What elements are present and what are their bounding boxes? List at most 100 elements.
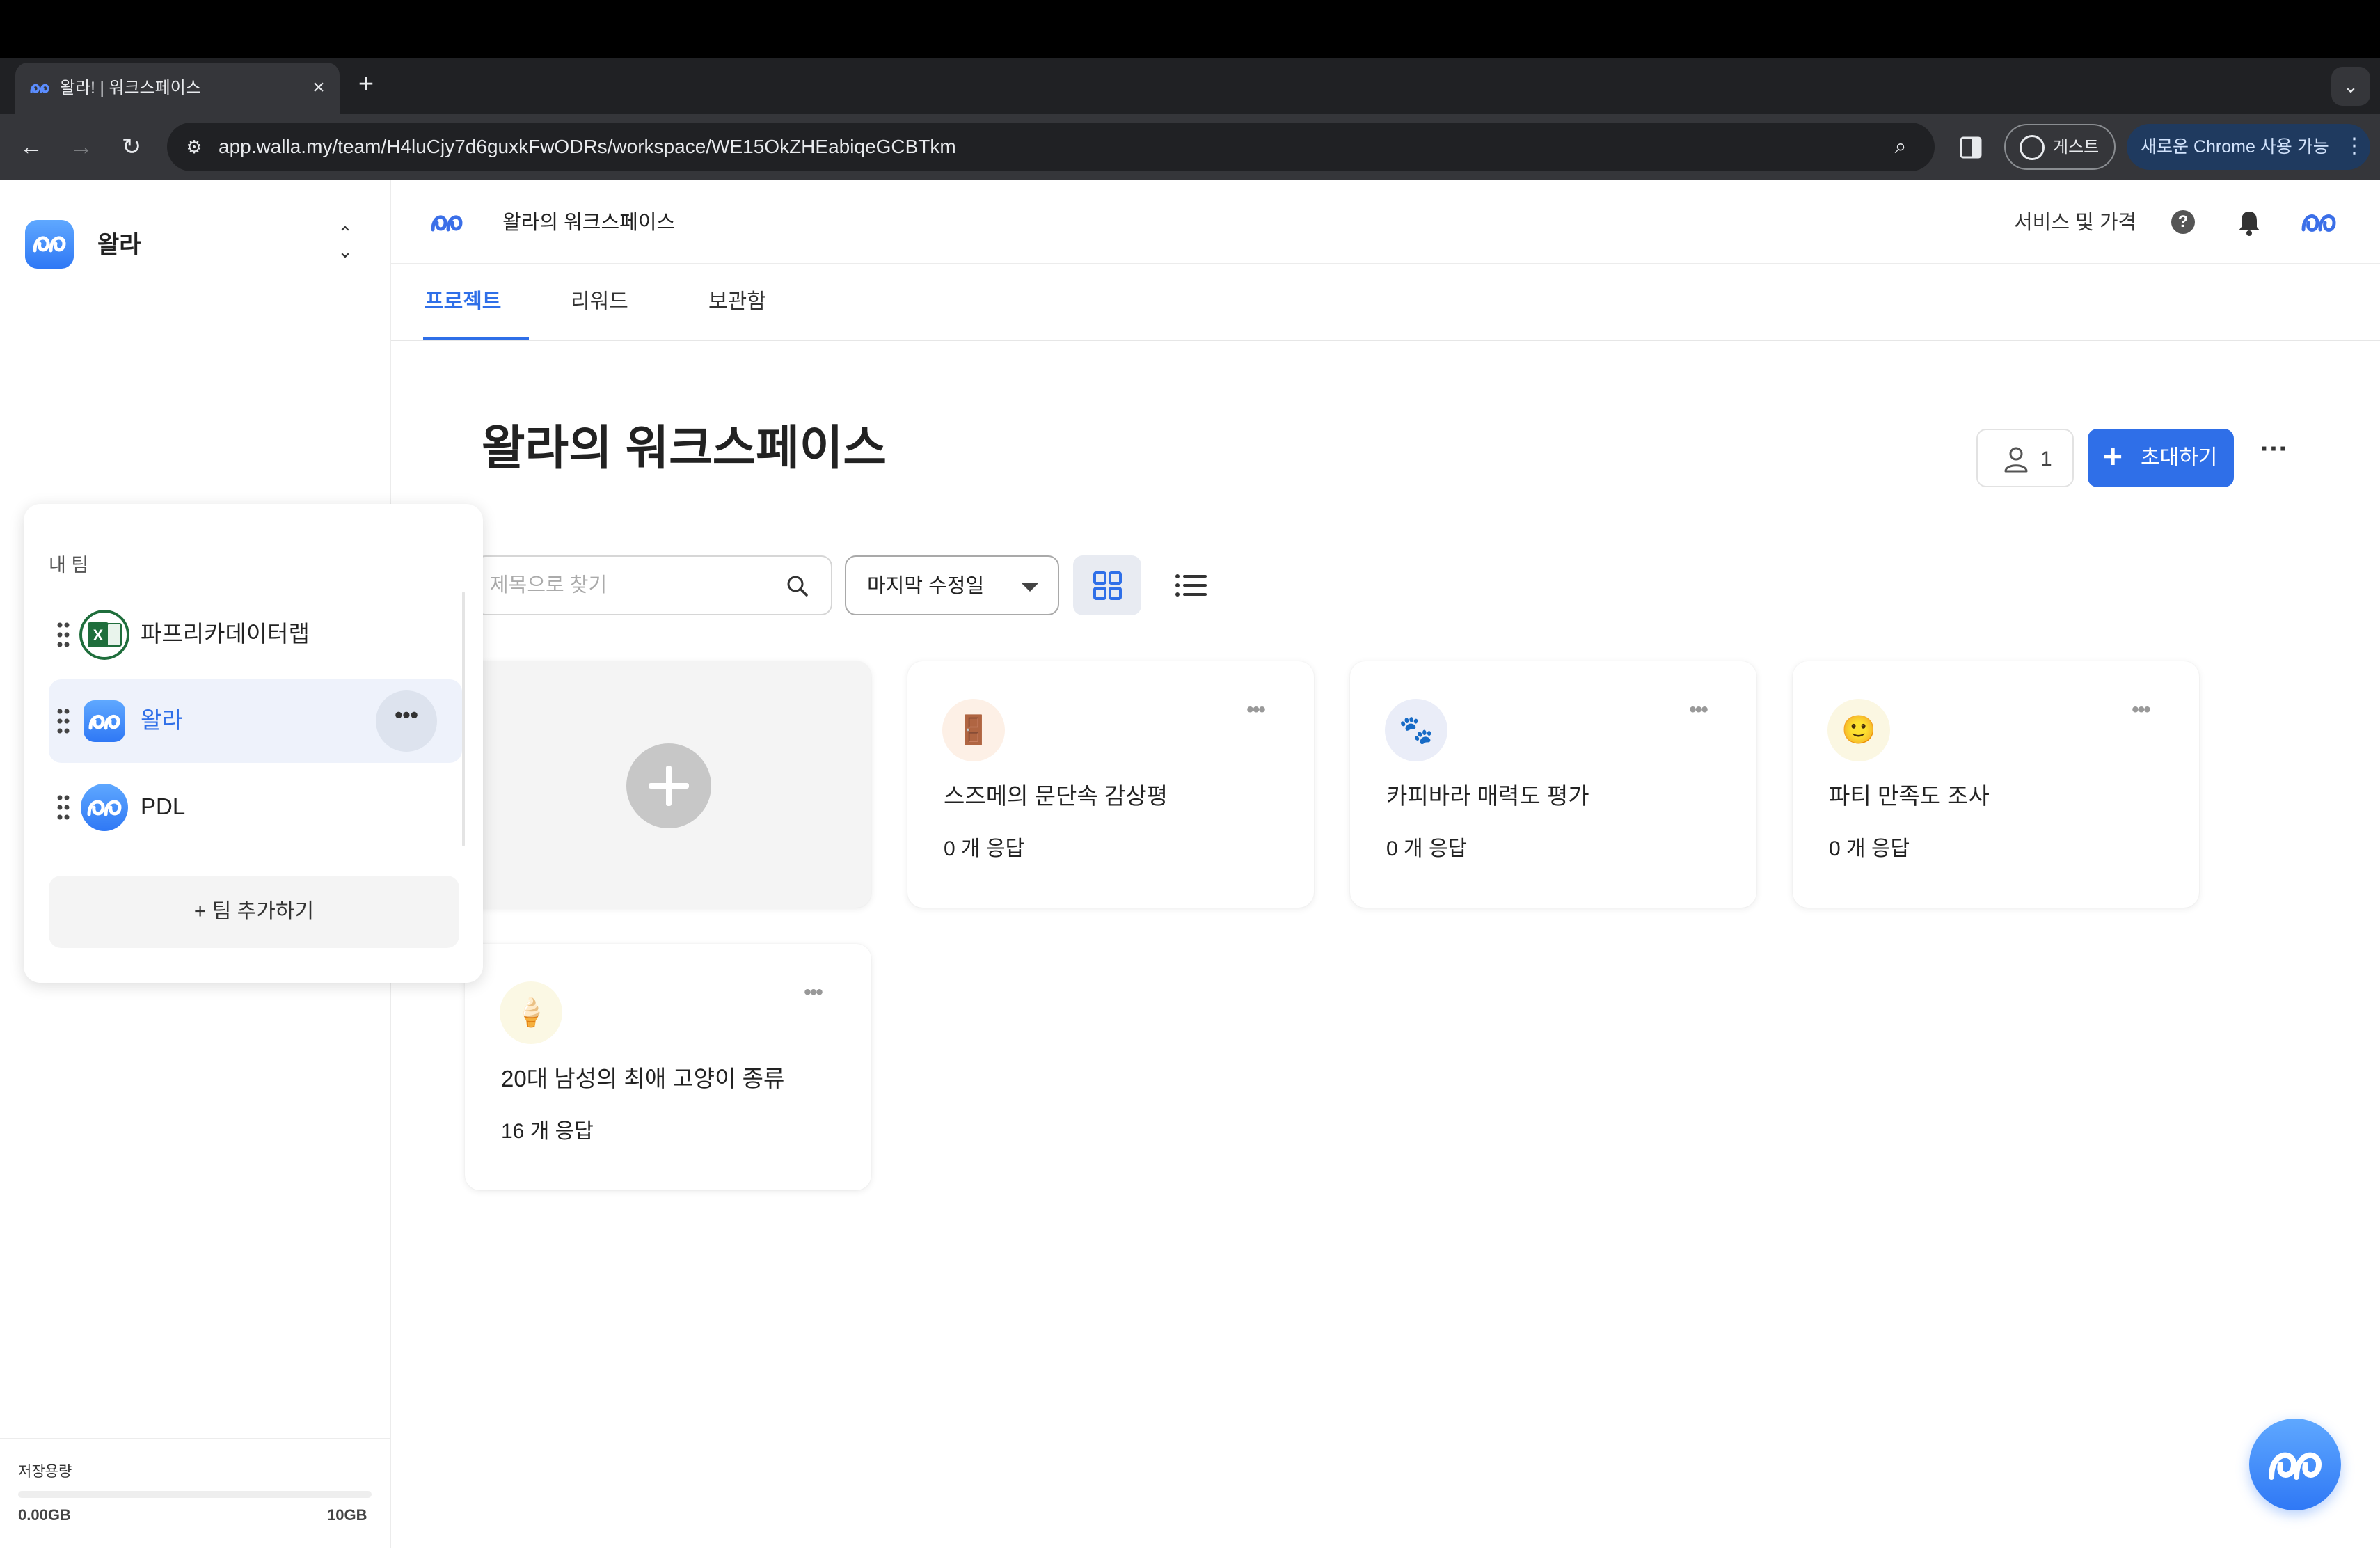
project-card[interactable]: 🐾 ••• 카피바라 매력도 평가 0 개 응답 — [1350, 661, 1756, 908]
drag-handle-icon[interactable] — [56, 792, 71, 823]
site-info-icon[interactable]: ⚙ — [180, 132, 209, 161]
spreadsheet-logo-icon: X — [79, 610, 129, 660]
app-header: 왈라의 워크스페이스 서비스 및 가격 ? — [391, 180, 2380, 264]
team-label: PDL — [141, 793, 186, 819]
list-view-button[interactable] — [1157, 555, 1225, 615]
invite-button[interactable]: + 초대하기 — [2088, 429, 2234, 487]
card-more-icon[interactable]: ••• — [2120, 700, 2161, 731]
invite-label: 초대하기 — [2141, 446, 2218, 469]
side-panel-icon[interactable] — [1954, 131, 1988, 164]
reload-icon[interactable]: ↻ — [114, 129, 149, 164]
more-options-icon[interactable]: ··· — [2252, 435, 2296, 477]
tab-search-chevron-icon[interactable]: ⌄ — [2331, 67, 2370, 106]
tab-projects[interactable]: 프로젝트 — [425, 288, 501, 316]
svg-text:X: X — [93, 626, 104, 644]
header-workspace-title[interactable]: 왈라의 워크스페이스 — [502, 209, 675, 237]
card-more-icon[interactable]: ••• — [792, 982, 834, 1013]
project-title: 카피바라 매력도 평가 — [1386, 783, 1589, 809]
team-switcher-popover: 내 팀 X 파프리카데이터랩 왈라 ••• PDL + 팀 추가하기 — [24, 504, 483, 983]
card-more-icon[interactable]: ••• — [1235, 700, 1276, 731]
sort-label: 마지막 수정일 — [867, 575, 985, 597]
browser-tabstrip: 왈라! | 워크스페이스 × + ⌄ — [0, 58, 2380, 114]
os-menu-bar — [0, 0, 2380, 58]
response-count: 0 개 응답 — [1829, 837, 1910, 860]
drag-handle-icon[interactable] — [56, 619, 71, 650]
user-avatar[interactable] — [2299, 203, 2338, 242]
storage-used: 0.00GB — [18, 1506, 71, 1524]
chrome-update-button[interactable]: 새로운 Chrome 사용 가능 ⋮ — [2127, 124, 2370, 170]
project-card[interactable]: 🍦 ••• 20대 남성의 최애 고양이 종류 16 개 응답 — [465, 944, 871, 1190]
browser-tab[interactable]: 왈라! | 워크스페이스 × — [15, 63, 340, 114]
add-team-button[interactable]: + 팀 추가하기 — [49, 876, 459, 948]
plus-icon: + — [2103, 439, 2123, 475]
profile-label: 게스트 — [2053, 138, 2100, 157]
tab-rewards[interactable]: 리워드 — [571, 288, 628, 316]
bell-icon[interactable] — [2237, 209, 2262, 237]
close-tab-icon[interactable]: × — [303, 72, 334, 103]
add-team-label: + 팀 추가하기 — [193, 900, 315, 923]
new-project-card[interactable] — [465, 661, 871, 908]
address-bar[interactable]: ⚙ app.walla.my/team/H4luCjy7d6guxkFwODRs… — [167, 123, 1935, 171]
service-pricing-link[interactable]: 서비스 및 가격 — [2014, 209, 2136, 237]
grid-view-button[interactable] — [1073, 555, 1141, 615]
walla-logo-icon — [84, 700, 125, 742]
sort-dropdown[interactable]: 마지막 수정일 — [845, 555, 1059, 615]
storage-divider — [0, 1438, 390, 1439]
storage-progress-bar — [18, 1491, 372, 1498]
grid-icon — [1093, 571, 1122, 600]
storage-title: 저장용량 — [18, 1464, 72, 1480]
tab-title: 왈라! | 워크스페이스 — [60, 79, 201, 97]
team-more-icon[interactable]: ••• — [376, 690, 437, 752]
door-icon: 🚪 — [942, 699, 1005, 761]
update-label: 새로운 Chrome 사용 가능 — [2141, 137, 2329, 157]
search-input[interactable] — [490, 568, 768, 603]
team-item-pdl[interactable]: PDL — [49, 766, 462, 849]
ice-cream-icon: 🍦 — [500, 981, 562, 1044]
browser-toolbar: ← → ↻ ⚙ app.walla.my/team/H4luCjy7d6guxk… — [0, 114, 2380, 180]
popover-scrollbar[interactable] — [462, 592, 465, 846]
paw-icon: 🐾 — [1385, 699, 1447, 761]
member-count: 1 — [2040, 448, 2052, 471]
caret-down-icon — [1022, 583, 1038, 592]
team-label: 왈라 — [141, 707, 183, 733]
back-arrow-icon[interactable]: ← — [14, 129, 49, 164]
profile-button[interactable]: 게스트 — [2004, 124, 2116, 170]
storage-max: 10GB — [327, 1506, 367, 1524]
forward-arrow-icon[interactable]: → — [64, 129, 99, 164]
response-count: 16 개 응답 — [501, 1120, 594, 1143]
walla-logo-icon[interactable] — [429, 205, 465, 241]
zoom-icon[interactable]: ⌕ — [1886, 132, 1915, 161]
person-icon — [2004, 447, 2028, 473]
response-count: 0 개 응답 — [944, 837, 1025, 860]
team-switcher[interactable]: 왈라 ⌃ ⌄ — [25, 220, 366, 269]
walla-chat-fab[interactable] — [2249, 1419, 2341, 1510]
card-more-icon[interactable]: ••• — [1677, 700, 1719, 731]
drag-handle-icon[interactable] — [56, 706, 71, 736]
current-team-name: 왈라 — [97, 232, 141, 258]
walla-logo-icon — [2269, 1452, 2322, 1480]
project-title: 파티 만족도 조사 — [1829, 783, 1990, 809]
team-item-walla[interactable]: 왈라 ••• — [49, 679, 462, 763]
project-title: 20대 남성의 최애 고양이 종류 — [501, 1066, 785, 1091]
url-text[interactable]: app.walla.my/team/H4luCjy7d6guxkFwODRs/w… — [219, 134, 956, 159]
walla-favicon-icon — [30, 84, 49, 93]
team-item-paprika[interactable]: X 파프리카데이터랩 — [49, 593, 462, 677]
add-project-icon — [626, 743, 711, 828]
team-label: 파프리카데이터랩 — [141, 621, 310, 647]
help-icon[interactable]: ? — [2171, 210, 2195, 234]
project-card[interactable]: 🙂 ••• 파티 만족도 조사 0 개 응답 — [1793, 661, 2199, 908]
search-box — [475, 555, 832, 615]
smile-icon: 🙂 — [1827, 699, 1890, 761]
list-icon — [1175, 574, 1207, 597]
walla-logo-icon — [25, 220, 74, 269]
project-card[interactable]: 🚪 ••• 스즈메의 문단속 감상평 0 개 응답 — [907, 661, 1314, 908]
tab-archive[interactable]: 보관함 — [708, 288, 766, 316]
popover-title: 내 팀 — [49, 555, 89, 576]
chevron-up-down-icon: ⌃ ⌄ — [338, 223, 353, 262]
project-title: 스즈메의 문단속 감상평 — [944, 783, 1168, 809]
kebab-menu-icon[interactable]: ⋮ — [2344, 134, 2365, 159]
walla-logo-icon — [81, 784, 128, 831]
new-tab-icon[interactable]: + — [351, 70, 381, 100]
members-button[interactable]: 1 — [1976, 429, 2074, 487]
search-icon[interactable] — [785, 574, 810, 599]
